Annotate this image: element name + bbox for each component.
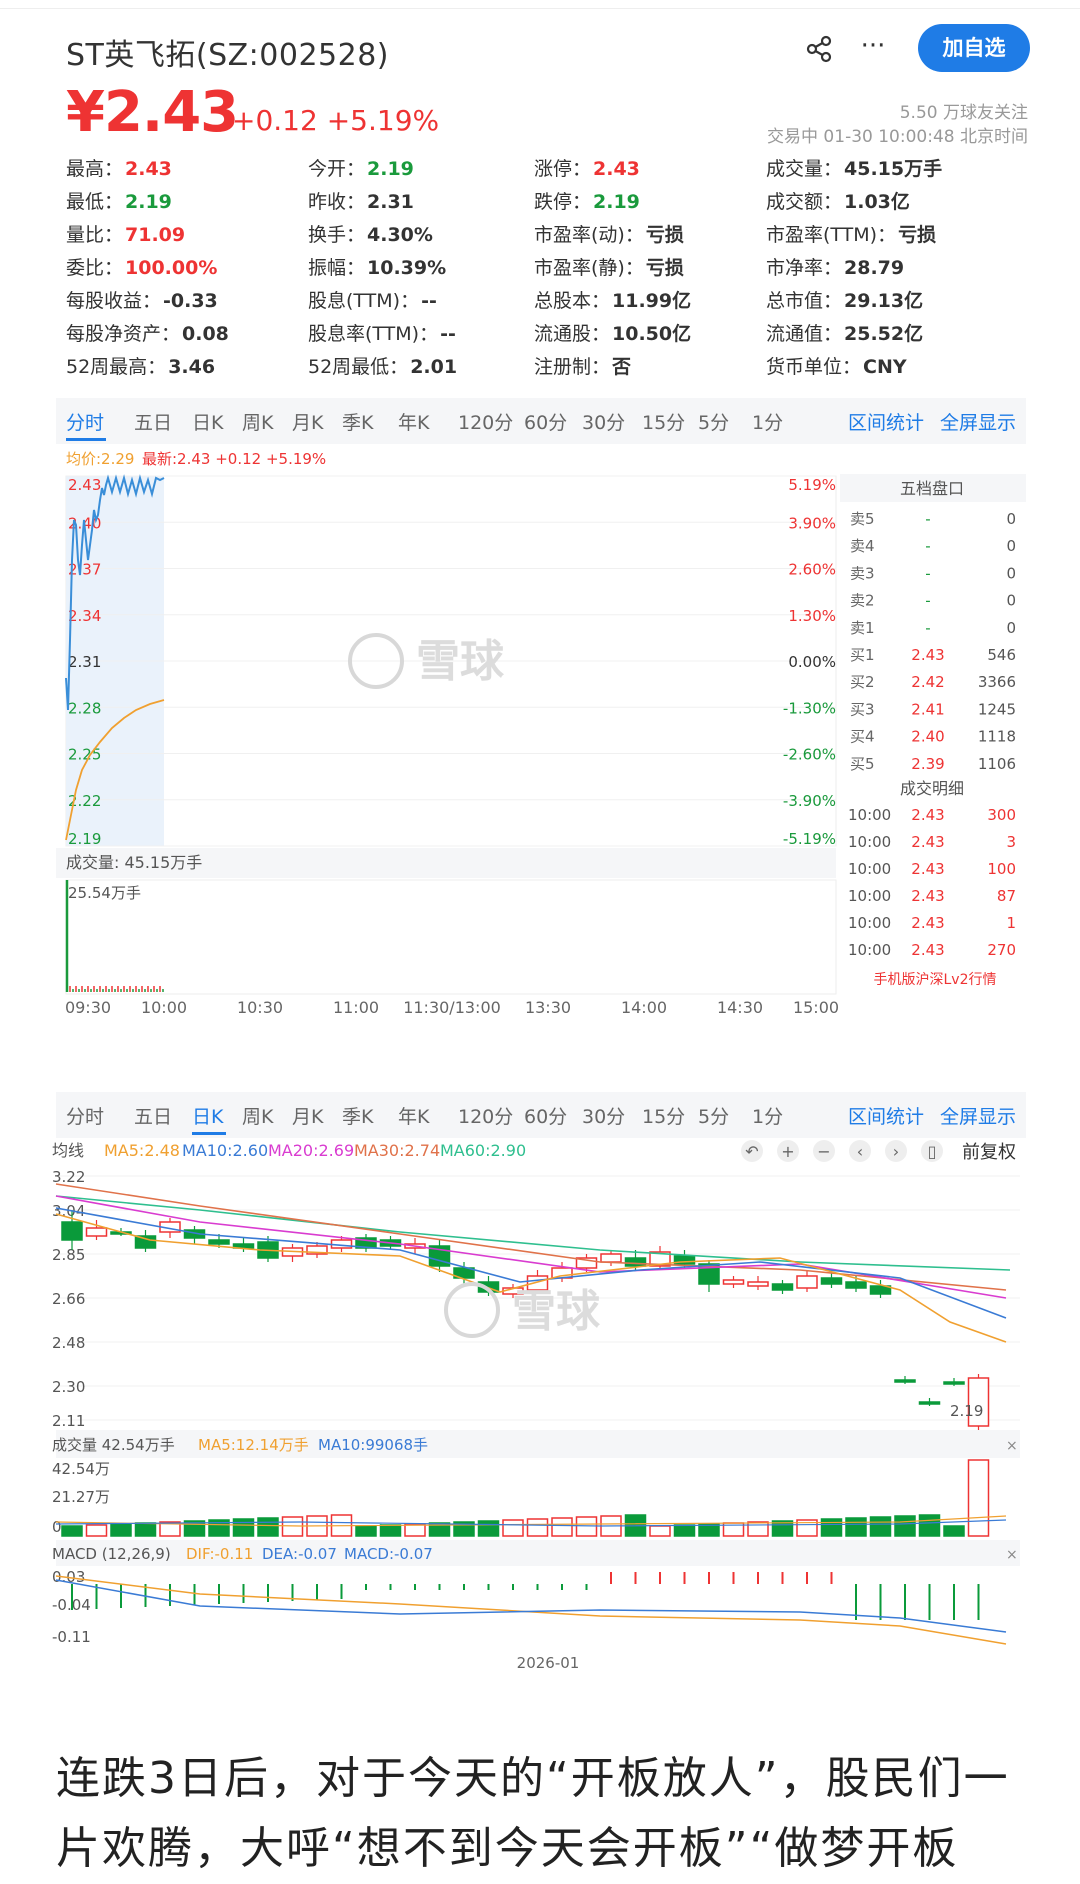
zoom-out-icon-glyph: − [817, 1142, 830, 1161]
stock-detail-page: { "header": { "name": "ST英飞拓(SZ:002528)"… [0, 0, 1080, 1880]
watermark-text: 雪球 [512, 1286, 601, 1337]
candle-body [943, 1381, 965, 1385]
kline-tick-label: 2.11 [52, 1412, 85, 1430]
candle-body [796, 1275, 818, 1289]
vol-ma5-label: MA5:12.14万手 [198, 1436, 309, 1454]
macd-value-label: MACD:-0.07 [344, 1545, 433, 1563]
ma-label: MA5:2.48 [104, 1141, 180, 1160]
candle-body [820, 1277, 843, 1285]
volume-bar [85, 1524, 108, 1537]
candle-body [722, 1279, 745, 1285]
volume-bar [134, 1522, 157, 1537]
candle-body [894, 1379, 916, 1383]
volume-bar [232, 1518, 255, 1537]
vol-tick-label: 0 [52, 1518, 62, 1536]
volume-bar [967, 1459, 990, 1537]
close-macd-icon[interactable]: × [1006, 1547, 1018, 1563]
ma-label: MA60:2.90 [440, 1141, 526, 1160]
volume-bar [747, 1521, 769, 1537]
next-icon-glyph: › [893, 1142, 899, 1161]
candle-body [747, 1281, 769, 1287]
volume-bar [673, 1524, 696, 1537]
volume-bar [943, 1525, 965, 1537]
undo-icon-glyph: ↶ [745, 1142, 758, 1161]
volume-bar [918, 1514, 941, 1537]
kline-x-label: 2026-01 [517, 1654, 580, 1672]
candle-body [208, 1239, 230, 1245]
prev-icon-glyph: ‹ [857, 1142, 863, 1161]
candle-body [600, 1253, 622, 1263]
zoom-in-icon-glyph: + [781, 1142, 794, 1161]
volume-bar [257, 1517, 279, 1537]
kline-tick-label: 3.22 [52, 1168, 85, 1186]
vol-ma10-label: MA10:99068手 [318, 1436, 428, 1454]
kline-tick-label: 2.30 [52, 1378, 85, 1396]
vol-tick-label: 42.54万 [52, 1460, 110, 1478]
volume-bar [110, 1523, 132, 1537]
volume-bar [551, 1517, 573, 1537]
ma-label: MA10:2.60 [182, 1141, 268, 1160]
volume-bar [649, 1525, 671, 1537]
volume-bar [502, 1519, 524, 1537]
dif-line [55, 1575, 1007, 1645]
adjust-mode[interactable]: 前复权 [962, 1142, 1016, 1163]
candle-body [624, 1257, 647, 1267]
volume-bar [526, 1518, 549, 1537]
ma-title: 均线 [52, 1141, 84, 1160]
candle-body [845, 1281, 867, 1289]
macd-title: MACD (12,26,9) [52, 1545, 171, 1563]
low-price-label: 2.19 [950, 1402, 983, 1420]
kline-chart: 均线 MA5:2.48 MA10:2.60 MA20:2.69 MA30:2.74 MA6… [52, 1140, 1020, 1672]
kline-volume-title: 成交量 42.54万手 [52, 1436, 175, 1454]
volume-bar [869, 1516, 892, 1537]
volume-bar [61, 1525, 83, 1537]
volume-bar [355, 1525, 377, 1537]
candle-body [771, 1283, 794, 1291]
kline-tick-label: 2.48 [52, 1334, 85, 1352]
watermark-logo-icon [444, 1282, 500, 1338]
volume-bar [845, 1517, 867, 1537]
volume-bar [477, 1520, 500, 1537]
ma-label: MA30:2.74 [354, 1141, 440, 1160]
kline-tick-label: 2.85 [52, 1246, 85, 1264]
macd-tick-label: -0.11 [52, 1628, 91, 1646]
candle-body [61, 1221, 83, 1241]
lock-icon-glyph: ▯ [928, 1142, 937, 1161]
close-volume-icon[interactable]: × [1006, 1438, 1018, 1454]
volume-bar [379, 1524, 402, 1537]
candle-body [918, 1401, 941, 1405]
ma-label: MA20:2.69 [268, 1141, 354, 1160]
dea-label: DEA:-0.07 [262, 1545, 337, 1563]
candle-body [85, 1227, 108, 1237]
volume-bar [894, 1515, 916, 1537]
volume-bar [820, 1518, 843, 1537]
vol-tick-label: 21.27万 [52, 1488, 110, 1506]
candle-body [134, 1235, 157, 1249]
kline-tick-label: 2.66 [52, 1290, 85, 1308]
dif-label: DIF:-0.11 [186, 1545, 253, 1563]
article-caption: 连跌3日后，对于今天的“开板放人”，股民们一片欢腾，大呼“想不到今天会开板”“做… [56, 1753, 1010, 1874]
